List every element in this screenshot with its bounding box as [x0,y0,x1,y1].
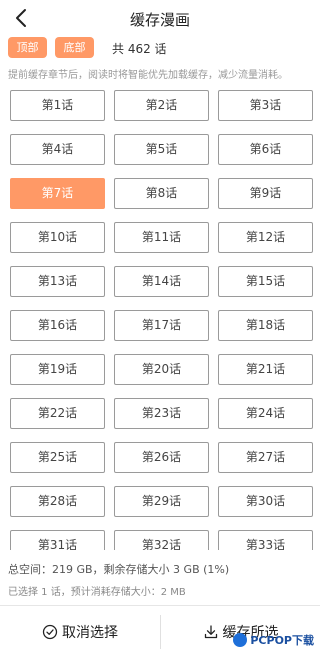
chapter-item[interactable]: 第24话 [218,398,313,429]
chapter-item[interactable]: 第33话 [218,530,313,550]
cache-hint: 提前缓存章节后，阅读时将智能优先加载缓存，减少流量消耗。 [8,70,288,81]
chapter-item[interactable]: 第4话 [10,134,105,165]
bottom-action-bar: 取消选择 缓存所选 PCPOP下载 [0,605,320,656]
chapter-item[interactable]: 第28话 [10,486,105,517]
chapter-item[interactable]: 第21话 [218,354,313,385]
scroll-bottom-button[interactable]: 底部 [55,37,94,58]
chapter-item[interactable]: 第25话 [10,442,105,473]
cancel-selection-button[interactable]: 取消选择 [0,606,160,656]
chapter-item[interactable]: 第3话 [218,90,313,121]
chapter-item[interactable]: 第31话 [10,530,105,550]
chapter-count: 共 462 话 [112,42,167,56]
chapter-item[interactable]: 第6话 [218,134,313,165]
chapter-item[interactable]: 第29话 [114,486,209,517]
watermark-logo-icon [233,633,248,647]
chapter-item[interactable]: 第8话 [114,178,209,209]
chapter-item[interactable]: 第5话 [114,134,209,165]
storage-info: 总空间：219 GB，剩余存储大小 3 GB (1%) [8,563,230,576]
chapter-item[interactable]: 第11话 [114,222,209,253]
chapter-item[interactable]: 第32话 [114,530,209,550]
chapter-item[interactable]: 第2话 [114,90,209,121]
chapter-item[interactable]: 第9话 [218,178,313,209]
chapter-item[interactable]: 第14话 [114,266,209,297]
watermark: PCPOP下载 [233,632,314,648]
watermark-text: PCPOP下载 [250,634,314,647]
chapter-grid: 第1话 第2话 第3话 第4话 第5话 第6话 第7话 第8话 第9话 第10话 第11话 第12话第… [10,90,313,550]
download-icon [204,624,217,638]
chapter-item[interactable]: 第17话 [114,310,209,341]
cache-selected-button[interactable]: 缓存所选 [161,606,320,656]
chapter-item[interactable]: 第20话 [114,354,209,385]
header: 缓存漫画 [0,0,320,36]
chapter-item[interactable]: 第10话 [10,222,105,253]
check-circle-icon [42,624,58,639]
selection-info: 已选择 1 话，预计消耗存储大小：2 MB [8,587,186,598]
chapter-item[interactable]: 第15话 [218,266,313,297]
page-title: 缓存漫画 [129,11,190,29]
chapter-item[interactable]: 第26话 [114,442,209,473]
scroll-top-button[interactable]: 顶部 [8,37,47,58]
chapter-item[interactable]: 第23话 [114,398,209,429]
chapter-item[interactable]: 第18话 [218,310,313,341]
chapter-item[interactable]: 第1话 [10,90,105,121]
chapter-item[interactable]: 第16话 [10,310,105,341]
chapter-item[interactable]: 第7话 [10,178,105,209]
chapter-item[interactable]: 第27话 [218,442,313,473]
control-row: 顶部 底部 共 462 话 [0,36,320,58]
chapter-item[interactable]: 第30话 [218,486,313,517]
chapter-item[interactable]: 第19话 [10,354,105,385]
chapter-item[interactable]: 第12话 [218,222,313,253]
chapter-item[interactable]: 第13话 [10,266,105,297]
cancel-selection-label: 取消选择 [62,624,118,641]
chapter-item[interactable]: 第22话 [10,398,105,429]
chapter-grid-container[interactable]: 第1话 第2话 第3话 第4话 第5话 第6话 第7话 第8话 第9话 第10话 第11话 第12话第… [0,88,320,550]
